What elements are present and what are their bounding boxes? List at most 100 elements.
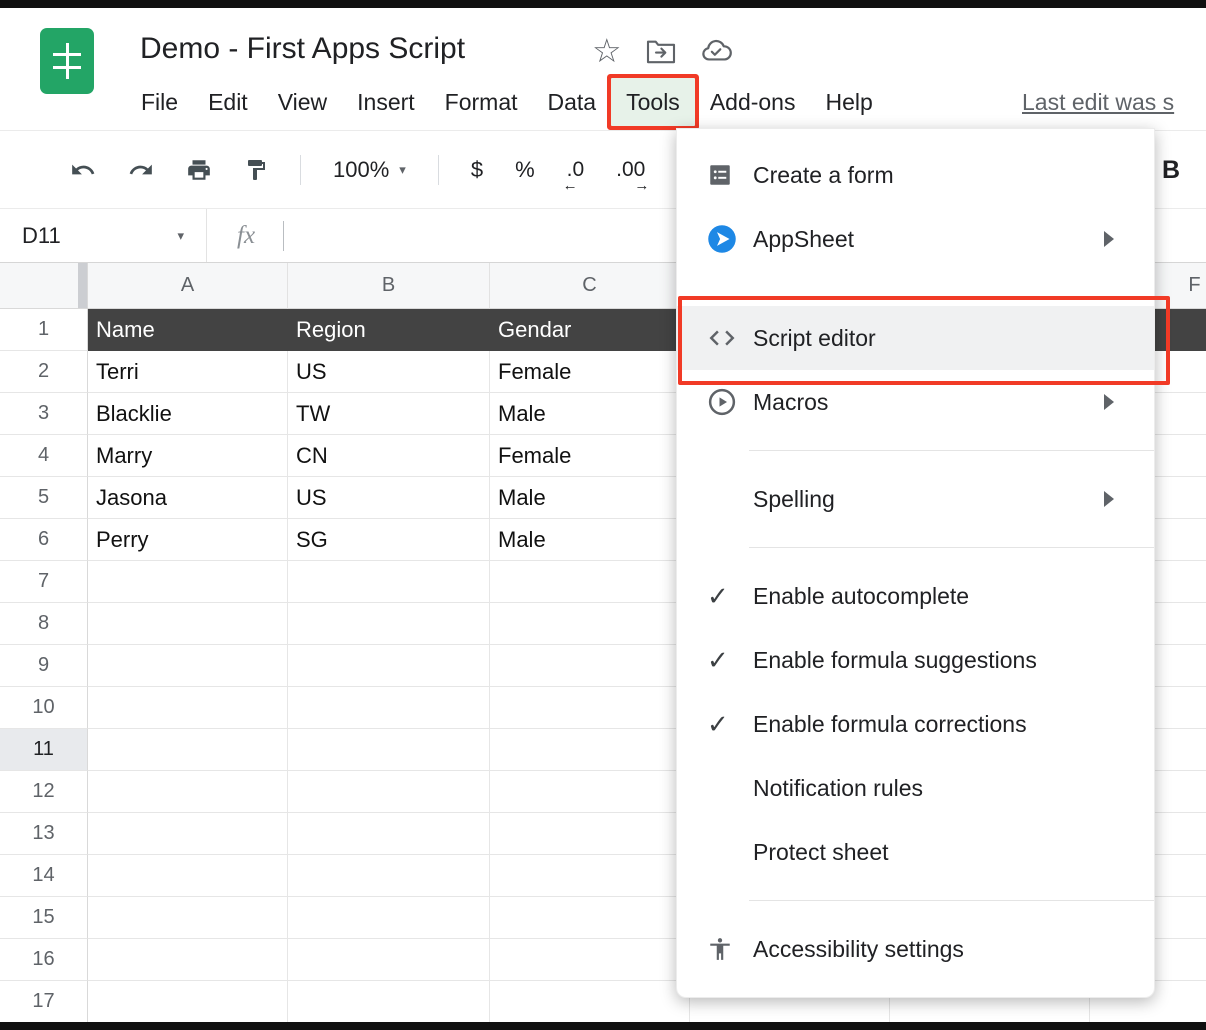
format-currency-button[interactable]: $ [471, 157, 483, 183]
row-header-14[interactable]: 14 [0, 855, 88, 897]
menu-item-protect-sheet[interactable]: Protect sheet [677, 820, 1154, 884]
row-header-2[interactable]: 2 [0, 351, 88, 393]
row-header-12[interactable]: 12 [0, 771, 88, 813]
redo-icon[interactable] [128, 157, 154, 183]
cell-C15[interactable] [490, 897, 690, 939]
column-header-A[interactable]: A [88, 263, 288, 309]
menu-item-enable-formula-corrections[interactable]: ✓ Enable formula corrections [677, 692, 1154, 756]
row-header-15[interactable]: 15 [0, 897, 88, 939]
cell-B16[interactable] [288, 939, 490, 981]
cell-A8[interactable] [88, 603, 288, 645]
cell-B5[interactable]: US [288, 477, 490, 519]
cell-A14[interactable] [88, 855, 288, 897]
cell-B11[interactable] [288, 729, 490, 771]
cell-B12[interactable] [288, 771, 490, 813]
cell-A15[interactable] [88, 897, 288, 939]
menu-item-appsheet[interactable]: AppSheet [677, 207, 1154, 271]
menu-file[interactable]: File [126, 78, 193, 126]
print-icon[interactable] [186, 157, 212, 183]
cell-C1[interactable]: Gendar [490, 309, 690, 351]
menu-help[interactable]: Help [810, 78, 887, 126]
row-header-6[interactable]: 6 [0, 519, 88, 561]
cell-C2[interactable]: Female [490, 351, 690, 393]
cell-B4[interactable]: CN [288, 435, 490, 477]
column-header-C[interactable]: C [490, 263, 690, 309]
last-edit-link[interactable]: Last edit was s [1022, 78, 1174, 126]
menu-tools[interactable]: Tools [611, 78, 695, 126]
cell-B1[interactable]: Region [288, 309, 490, 351]
menu-item-accessibility-settings[interactable]: Accessibility settings [677, 917, 1154, 981]
menu-item-macros[interactable]: Macros [677, 370, 1154, 434]
row-header-3[interactable]: 3 [0, 393, 88, 435]
menu-add-ons[interactable]: Add-ons [695, 78, 811, 126]
cell-A11[interactable] [88, 729, 288, 771]
cell-C9[interactable] [490, 645, 690, 687]
menu-item-enable-autocomplete[interactable]: ✓ Enable autocomplete [677, 564, 1154, 628]
cell-A9[interactable] [88, 645, 288, 687]
cell-B6[interactable]: SG [288, 519, 490, 561]
cell-C4[interactable]: Female [490, 435, 690, 477]
bold-button[interactable]: B [1162, 131, 1180, 209]
cell-A1[interactable]: Name [88, 309, 288, 351]
format-percent-button[interactable]: % [515, 157, 535, 183]
cell-C13[interactable] [490, 813, 690, 855]
row-header-16[interactable]: 16 [0, 939, 88, 981]
cell-C5[interactable]: Male [490, 477, 690, 519]
cell-C3[interactable]: Male [490, 393, 690, 435]
cell-A6[interactable]: Perry [88, 519, 288, 561]
row-header-7[interactable]: 7 [0, 561, 88, 603]
row-header-9[interactable]: 9 [0, 645, 88, 687]
cell-A3[interactable]: Blacklie [88, 393, 288, 435]
row-header-8[interactable]: 8 [0, 603, 88, 645]
zoom-control[interactable]: 100% ▾ [333, 157, 406, 183]
menu-item-notification-rules[interactable]: Notification rules [677, 756, 1154, 820]
document-status-cloud-icon[interactable] [700, 38, 732, 64]
cell-C6[interactable]: Male [490, 519, 690, 561]
paint-format-icon[interactable] [244, 158, 268, 182]
star-icon[interactable]: ☆ [592, 34, 622, 67]
decrease-decimal-button[interactable]: .0 ← [567, 158, 585, 182]
menu-insert[interactable]: Insert [342, 78, 430, 126]
menu-item-create-a-form[interactable]: Create a form [677, 143, 1154, 207]
menu-format[interactable]: Format [430, 78, 533, 126]
cell-A2[interactable]: Terri [88, 351, 288, 393]
cell-B8[interactable] [288, 603, 490, 645]
cell-A5[interactable]: Jasona [88, 477, 288, 519]
column-header-B[interactable]: B [288, 263, 490, 309]
cell-A10[interactable] [88, 687, 288, 729]
cell-A7[interactable] [88, 561, 288, 603]
row-header-1[interactable]: 1 [0, 309, 88, 351]
menu-item-spelling[interactable]: Spelling [677, 467, 1154, 531]
row-header-10[interactable]: 10 [0, 687, 88, 729]
cell-A17[interactable] [88, 981, 288, 1023]
cell-C16[interactable] [490, 939, 690, 981]
row-header-4[interactable]: 4 [0, 435, 88, 477]
cell-C8[interactable] [490, 603, 690, 645]
menu-item-enable-formula-suggestions[interactable]: ✓ Enable formula suggestions [677, 628, 1154, 692]
cell-B15[interactable] [288, 897, 490, 939]
row-header-17[interactable]: 17 [0, 981, 88, 1023]
cell-A12[interactable] [88, 771, 288, 813]
cell-C11[interactable] [490, 729, 690, 771]
menu-edit[interactable]: Edit [193, 78, 263, 126]
cell-C14[interactable] [490, 855, 690, 897]
cell-C7[interactable] [490, 561, 690, 603]
cell-B3[interactable]: TW [288, 393, 490, 435]
cell-C10[interactable] [490, 687, 690, 729]
document-title[interactable]: Demo - First Apps Script [140, 32, 465, 66]
cell-B10[interactable] [288, 687, 490, 729]
name-box[interactable]: D11 ▾ [0, 209, 206, 262]
cell-C12[interactable] [490, 771, 690, 813]
cell-B14[interactable] [288, 855, 490, 897]
undo-icon[interactable] [70, 157, 96, 183]
cell-A16[interactable] [88, 939, 288, 981]
menu-data[interactable]: Data [533, 78, 612, 126]
cell-A13[interactable] [88, 813, 288, 855]
row-header-13[interactable]: 13 [0, 813, 88, 855]
row-header-11[interactable]: 11 [0, 729, 88, 771]
menu-item-script-editor[interactable]: Script editor [677, 306, 1154, 370]
cell-B7[interactable] [288, 561, 490, 603]
cell-B2[interactable]: US [288, 351, 490, 393]
cell-B9[interactable] [288, 645, 490, 687]
sheets-logo[interactable] [40, 28, 94, 94]
